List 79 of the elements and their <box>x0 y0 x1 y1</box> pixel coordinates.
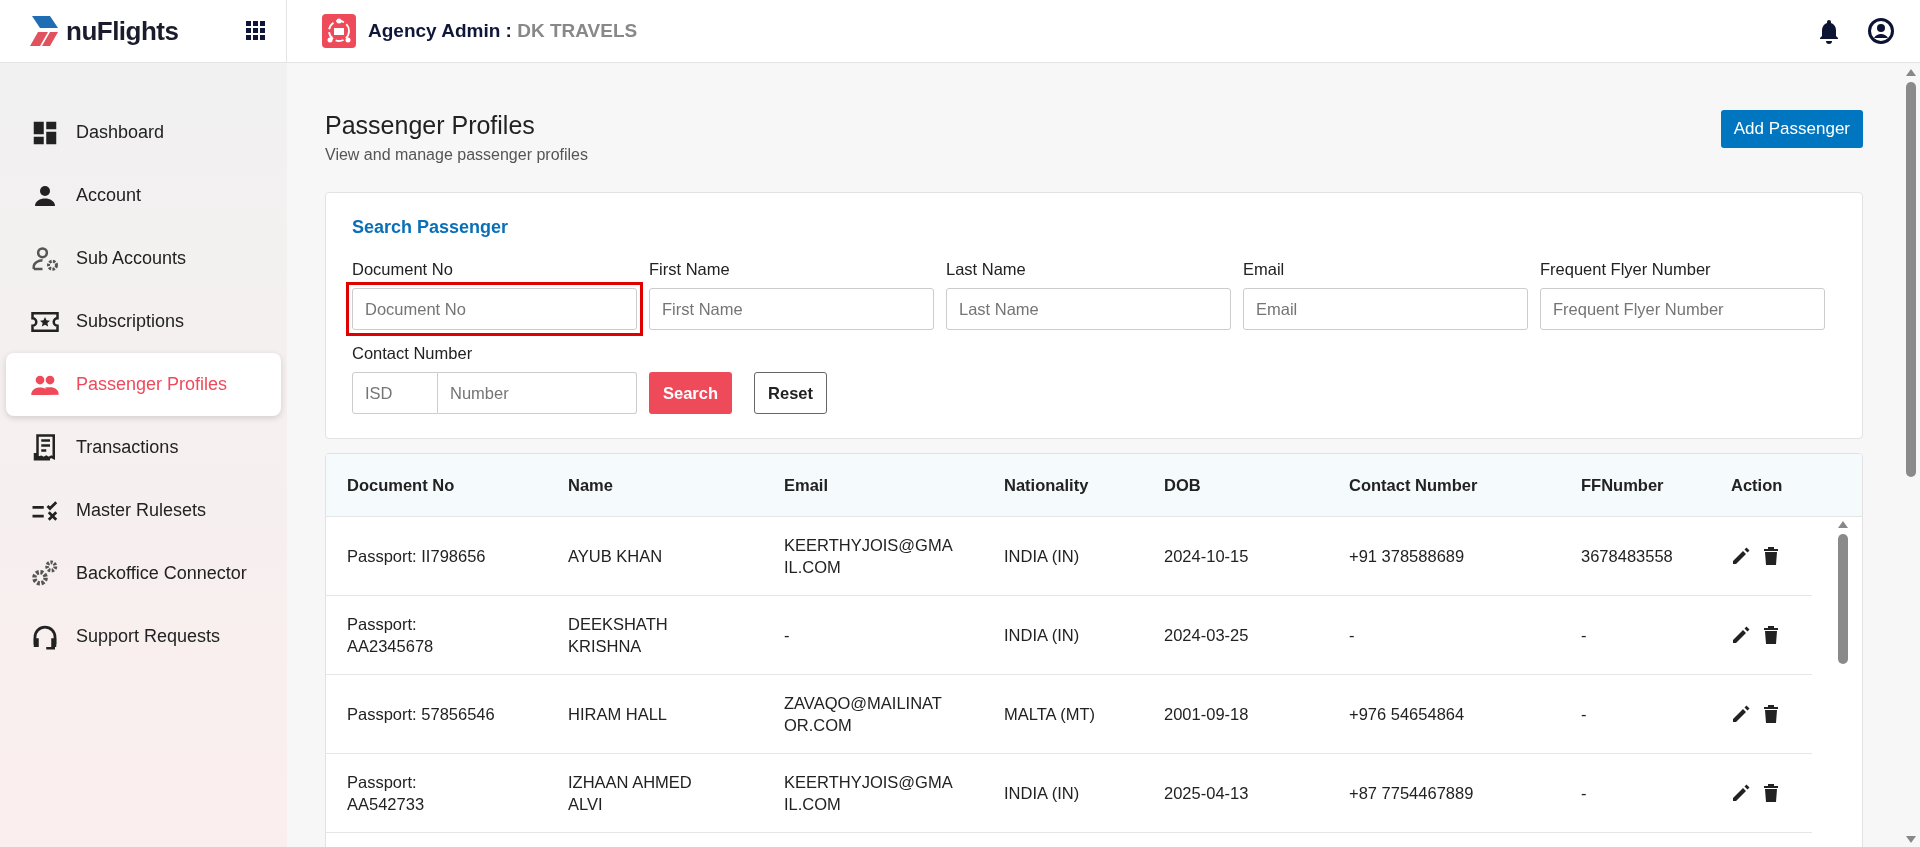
column-header: Email <box>784 475 830 495</box>
table-cell-text: 2024-10-15 <box>1164 545 1250 567</box>
column-header: Document No <box>347 475 456 495</box>
delete-icon[interactable] <box>1763 783 1779 803</box>
sidebar-item[interactable]: Master Rulesets <box>6 479 281 542</box>
table-cell-text: Passport: 57856546 <box>347 703 496 725</box>
agency-icon <box>322 14 356 48</box>
isd-field[interactable]: ISD <box>352 372 438 414</box>
table-cell-text: INDIA (IN) <box>1004 782 1081 804</box>
input-field[interactable]: First Name <box>649 288 934 330</box>
sidebar-item[interactable]: Dashboard <box>6 101 281 164</box>
table-cell-text: DEEKSHATH KRISHNA <box>568 613 669 657</box>
reset-button[interactable]: Reset <box>754 372 827 414</box>
table-cell-text: - <box>1581 782 1588 804</box>
column-header: Contact Number <box>1349 475 1479 495</box>
column-header: Action <box>1731 475 1784 495</box>
field-label: Frequent Flyer Number <box>1540 260 1711 279</box>
sidebar-item[interactable]: Backoffice Connector <box>6 542 281 605</box>
table-cell-text: AYUB KHAN <box>568 545 664 567</box>
edit-icon[interactable] <box>1731 546 1751 566</box>
page-title: Passenger Profiles <box>325 111 536 140</box>
sidebar-item[interactable]: Subscriptions <box>6 290 281 353</box>
table-cell-text: Passport: II798656 <box>347 545 487 567</box>
bell-icon[interactable] <box>1818 18 1840 44</box>
table-cell-text: Passport: AA542733 <box>347 771 426 815</box>
table-cell-text: 2001-09-18 <box>1164 703 1250 725</box>
table-cell-text: - <box>1581 624 1588 646</box>
table-cell-text: INDIA (IN) <box>1004 545 1081 567</box>
table-cell-text: +87 7754467889 <box>1349 782 1475 804</box>
field-label: Contact Number <box>352 344 473 363</box>
table-cell-text: IZHAAN AHMED ALVI <box>568 771 693 815</box>
input-field[interactable]: Email <box>1243 288 1528 330</box>
table-cell-text: MALTA (MT) <box>1004 703 1097 725</box>
brand-name: nuFlights <box>66 15 179 47</box>
table-cell-text: HIRAM HALL <box>568 703 669 725</box>
edit-icon[interactable] <box>1731 783 1751 803</box>
search-button[interactable]: Search <box>649 372 733 414</box>
field-label: Document No <box>352 260 453 279</box>
table-cell-text: KEERTHYJOIS@GMAIL.COM <box>784 534 954 578</box>
number-field[interactable]: Number <box>438 372 637 414</box>
field-label: Email <box>1243 260 1285 279</box>
page-subtitle: View and manage passenger profiles <box>325 146 588 164</box>
field-label: Last Name <box>946 260 1026 279</box>
sidebar-item[interactable]: Passenger Profiles <box>6 353 281 416</box>
sidebar-item[interactable]: Support Requests <box>6 605 281 668</box>
table-cell-text: - <box>784 624 791 646</box>
input-field[interactable]: Document No <box>352 288 637 330</box>
table-cell-text: - <box>1581 703 1588 725</box>
delete-icon[interactable] <box>1763 625 1779 645</box>
field-label: First Name <box>649 260 730 279</box>
input-field[interactable]: Frequent Flyer Number <box>1540 288 1825 330</box>
search-title: Search Passenger <box>352 217 509 237</box>
column-header: Nationality <box>1004 475 1090 495</box>
gears-icon <box>30 558 60 589</box>
sidebar-item[interactable]: Sub Accounts <box>6 227 281 290</box>
table-cell-text: +91 378588689 <box>1349 545 1466 567</box>
table-cell-text: KEERTHYJOIS@GMAIL.COM <box>784 771 954 815</box>
sidebar-item[interactable]: Transactions <box>6 416 281 479</box>
edit-icon[interactable] <box>1731 625 1751 645</box>
role-label: Agency Admin : DK TRAVELS <box>368 20 638 42</box>
add-passenger-button[interactable]: Add Passenger <box>1720 110 1863 148</box>
table-cell-text: Passport: AA2345678 <box>347 613 435 657</box>
delete-icon[interactable] <box>1763 704 1779 724</box>
table-cell-text: 2025-04-13 <box>1164 782 1250 804</box>
table-cell-text: +976 54654864 <box>1349 703 1466 725</box>
column-header: FFNumber <box>1581 475 1665 495</box>
account-icon[interactable] <box>1868 18 1894 44</box>
table-cell-text: ZAVAQO@MAILINATOR.COM <box>784 692 943 736</box>
edit-icon[interactable] <box>1731 704 1751 724</box>
apps-grid-icon[interactable] <box>246 21 266 41</box>
column-header: Name <box>568 475 614 495</box>
delete-icon[interactable] <box>1763 546 1779 566</box>
column-header: DOB <box>1164 475 1202 495</box>
table-cell-text: 3678483558 <box>1581 545 1674 567</box>
table-cell-text: INDIA (IN) <box>1004 624 1081 646</box>
sidebar-item[interactable]: Account <box>6 164 281 227</box>
input-field[interactable]: Last Name <box>946 288 1231 330</box>
table-cell-text: - <box>1349 624 1356 646</box>
table-cell-text: 2024-03-25 <box>1164 624 1250 646</box>
